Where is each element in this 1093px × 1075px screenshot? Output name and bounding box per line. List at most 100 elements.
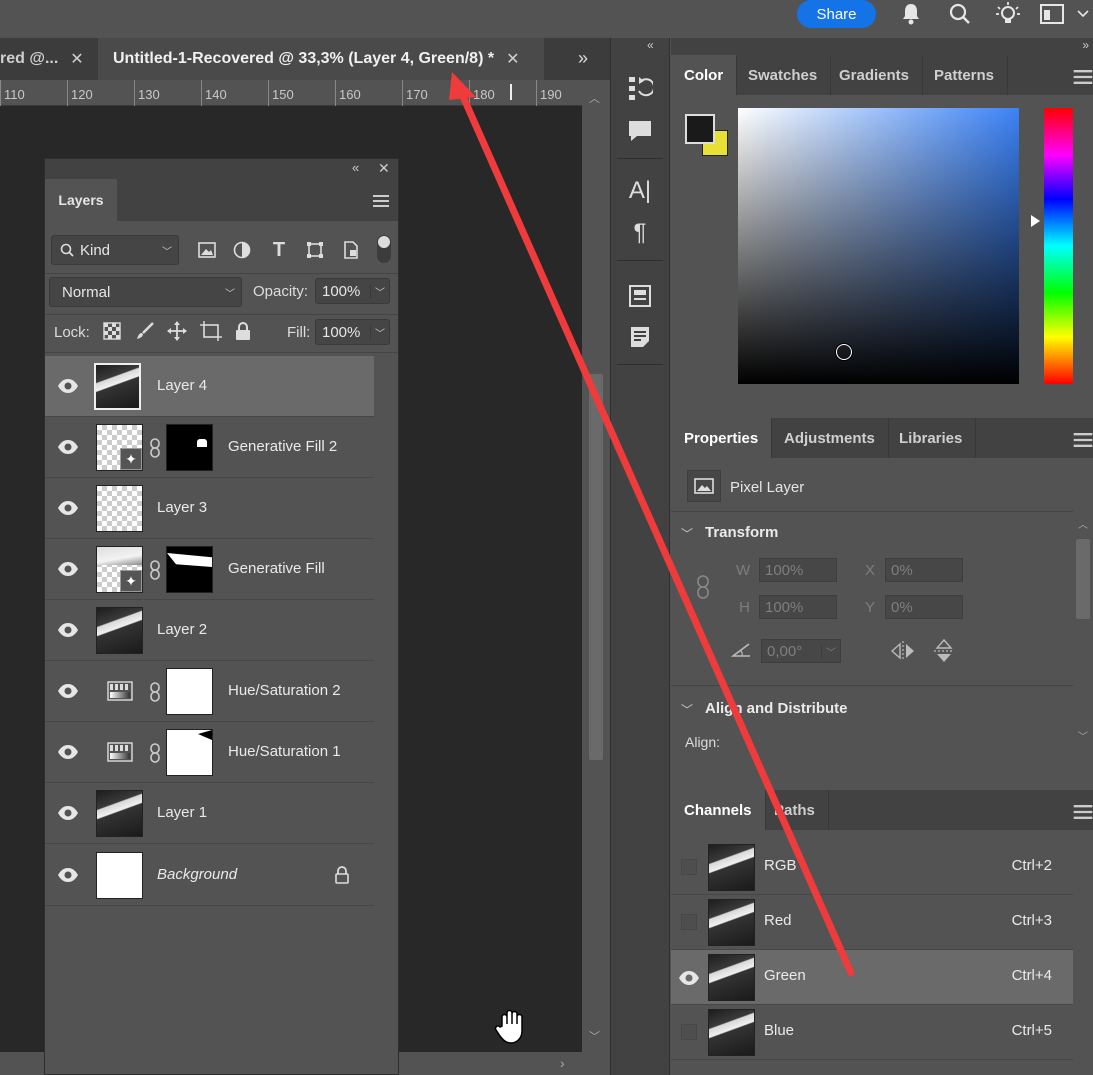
height-input[interactable]: 100% <box>759 595 837 619</box>
panel-menu-icon[interactable] <box>1073 70 1093 84</box>
lock-all-icon[interactable] <box>235 321 251 344</box>
layer-row-background[interactable]: Background <box>45 845 374 906</box>
eye-icon[interactable] <box>57 742 79 762</box>
fill-input[interactable]: 100% ﹀ <box>315 319 390 345</box>
eye-icon[interactable] <box>57 620 79 640</box>
color-field[interactable] <box>738 108 1019 384</box>
layer-row-layer-2[interactable]: Layer 2 <box>45 600 374 661</box>
link-icon[interactable] <box>148 682 162 702</box>
chevron-down-icon[interactable] <box>1074 0 1092 28</box>
width-input[interactable]: 100% <box>759 558 837 582</box>
scroll-up-icon[interactable]: ︿ <box>1078 516 1088 531</box>
layer-row-generative-fill[interactable]: ✦ Generative Fill <box>45 539 374 600</box>
layer-row-layer-3[interactable]: Layer 3 <box>45 478 374 539</box>
close-icon[interactable]: ✕ <box>506 49 519 69</box>
angle-input[interactable]: 0,00° ﹀ <box>761 639 841 663</box>
close-icon[interactable]: ✕ <box>378 160 390 177</box>
lock-pixels-icon[interactable] <box>135 321 155 344</box>
lightbulb-icon[interactable] <box>994 0 1022 28</box>
tab-color[interactable]: Color <box>671 55 738 95</box>
tab-adjustments[interactable]: Adjustments <box>771 418 889 458</box>
chevron-down-icon[interactable]: ﹀ <box>821 643 836 659</box>
close-icon[interactable]: ✕ <box>70 49 83 69</box>
chevron-down-icon[interactable]: ﹀ <box>370 283 385 299</box>
color-picker-marker[interactable] <box>836 344 852 360</box>
channel-row-blue[interactable]: Blue Ctrl+5 <box>671 1005 1073 1060</box>
character-icon[interactable]: A| <box>625 176 655 206</box>
image-filter-icon[interactable] <box>196 239 218 261</box>
tab-patterns[interactable]: Patterns <box>921 55 1009 95</box>
lock-artboard-icon[interactable] <box>200 321 222 344</box>
notes-icon[interactable] <box>625 322 655 352</box>
eye-icon[interactable] <box>57 498 79 518</box>
layer-row-layer-1[interactable]: Layer 1 <box>45 783 374 844</box>
share-button[interactable]: Share <box>797 0 876 28</box>
smart-object-filter-icon[interactable] <box>340 239 362 261</box>
bell-icon[interactable] <box>897 0 925 28</box>
scrollbar-thumb[interactable] <box>1076 539 1090 619</box>
tab-document-previous[interactable]: red @... ✕ <box>0 38 96 80</box>
shape-filter-icon[interactable] <box>304 239 326 261</box>
flip-horizontal-icon[interactable] <box>890 640 916 662</box>
scroll-up-icon[interactable]: ︿ <box>589 90 600 106</box>
lock-transparent-icon[interactable] <box>103 322 121 343</box>
libraries-panel-icon[interactable] <box>625 281 655 311</box>
tab-swatches[interactable]: Swatches <box>735 55 832 95</box>
chevron-down-icon[interactable]: ﹀ <box>370 324 385 340</box>
channel-row-red[interactable]: Red Ctrl+3 <box>671 895 1073 950</box>
channel-row-rgb[interactable]: RGB Ctrl+2 <box>671 840 1073 895</box>
scroll-right-icon[interactable]: › <box>560 1055 565 1071</box>
chevron-down-icon[interactable]: ﹀ <box>681 701 693 718</box>
layer-row-layer-4[interactable]: Layer 4 <box>45 356 374 417</box>
tab-libraries[interactable]: Libraries <box>886 418 977 458</box>
filter-toggle[interactable] <box>377 235 391 263</box>
eye-icon[interactable] <box>57 376 79 396</box>
opacity-input[interactable]: 100% ﹀ <box>315 278 390 304</box>
filter-kind-select[interactable]: Kind ﹀ <box>51 235 179 265</box>
eye-icon[interactable] <box>57 437 79 457</box>
eye-icon[interactable] <box>57 681 79 701</box>
tab-properties[interactable]: Properties <box>671 418 773 458</box>
tab-layers[interactable]: Layers <box>45 179 117 221</box>
history-icon[interactable] <box>625 74 655 104</box>
x-input[interactable]: 0% <box>885 558 963 582</box>
link-dimensions-icon[interactable] <box>697 575 709 599</box>
eye-icon[interactable] <box>678 968 700 988</box>
eye-icon[interactable] <box>57 865 79 885</box>
y-input[interactable]: 0% <box>885 595 963 619</box>
paragraph-icon[interactable]: ¶ <box>625 218 655 248</box>
tab-gradients[interactable]: Gradients <box>826 55 924 95</box>
blend-mode-select[interactable]: Normal ﹀ <box>49 277 242 307</box>
tab-channels[interactable]: Channels <box>671 790 766 830</box>
eye-icon[interactable] <box>57 559 79 579</box>
panel-menu-icon[interactable] <box>1073 433 1093 447</box>
search-icon[interactable] <box>946 0 974 28</box>
panel-expand-icon[interactable]: » <box>578 48 588 69</box>
lock-position-icon[interactable] <box>167 321 187 344</box>
adjustment-filter-icon[interactable] <box>231 239 253 261</box>
collapse-icon[interactable]: « <box>647 38 654 52</box>
visibility-toggle[interactable] <box>681 1024 697 1040</box>
visibility-toggle[interactable] <box>681 859 697 875</box>
flip-vertical-icon[interactable] <box>933 638 955 664</box>
scrollbar-thumb[interactable] <box>589 374 603 760</box>
scroll-down-icon[interactable]: ﹀ <box>1078 728 1088 743</box>
scroll-down-icon[interactable]: ﹀ <box>589 1028 600 1044</box>
hue-slider-handle[interactable] <box>1031 215 1040 227</box>
link-icon[interactable] <box>148 438 162 458</box>
hue-slider[interactable] <box>1044 108 1073 384</box>
type-filter-icon[interactable]: T <box>268 239 290 261</box>
layer-row-generative-fill-2[interactable]: ✦ Generative Fill 2 <box>45 417 374 478</box>
foreground-color-swatch[interactable] <box>685 114 715 144</box>
chevron-down-icon[interactable]: ﹀ <box>681 525 693 542</box>
expand-icon[interactable]: » <box>1082 38 1089 52</box>
layer-row-hue-saturation-1[interactable]: Hue/Saturation 1 <box>45 722 374 783</box>
comment-icon[interactable] <box>625 116 655 146</box>
workspace-icon[interactable] <box>1038 0 1066 28</box>
layer-row-hue-saturation-2[interactable]: Hue/Saturation 2 <box>45 661 374 722</box>
collapse-icon[interactable]: « <box>352 160 359 175</box>
visibility-toggle[interactable] <box>681 914 697 930</box>
properties-scrollbar[interactable]: ︿ ﹀ <box>1073 514 1093 749</box>
eye-icon[interactable] <box>57 803 79 823</box>
panel-menu-icon[interactable] <box>1073 805 1093 819</box>
